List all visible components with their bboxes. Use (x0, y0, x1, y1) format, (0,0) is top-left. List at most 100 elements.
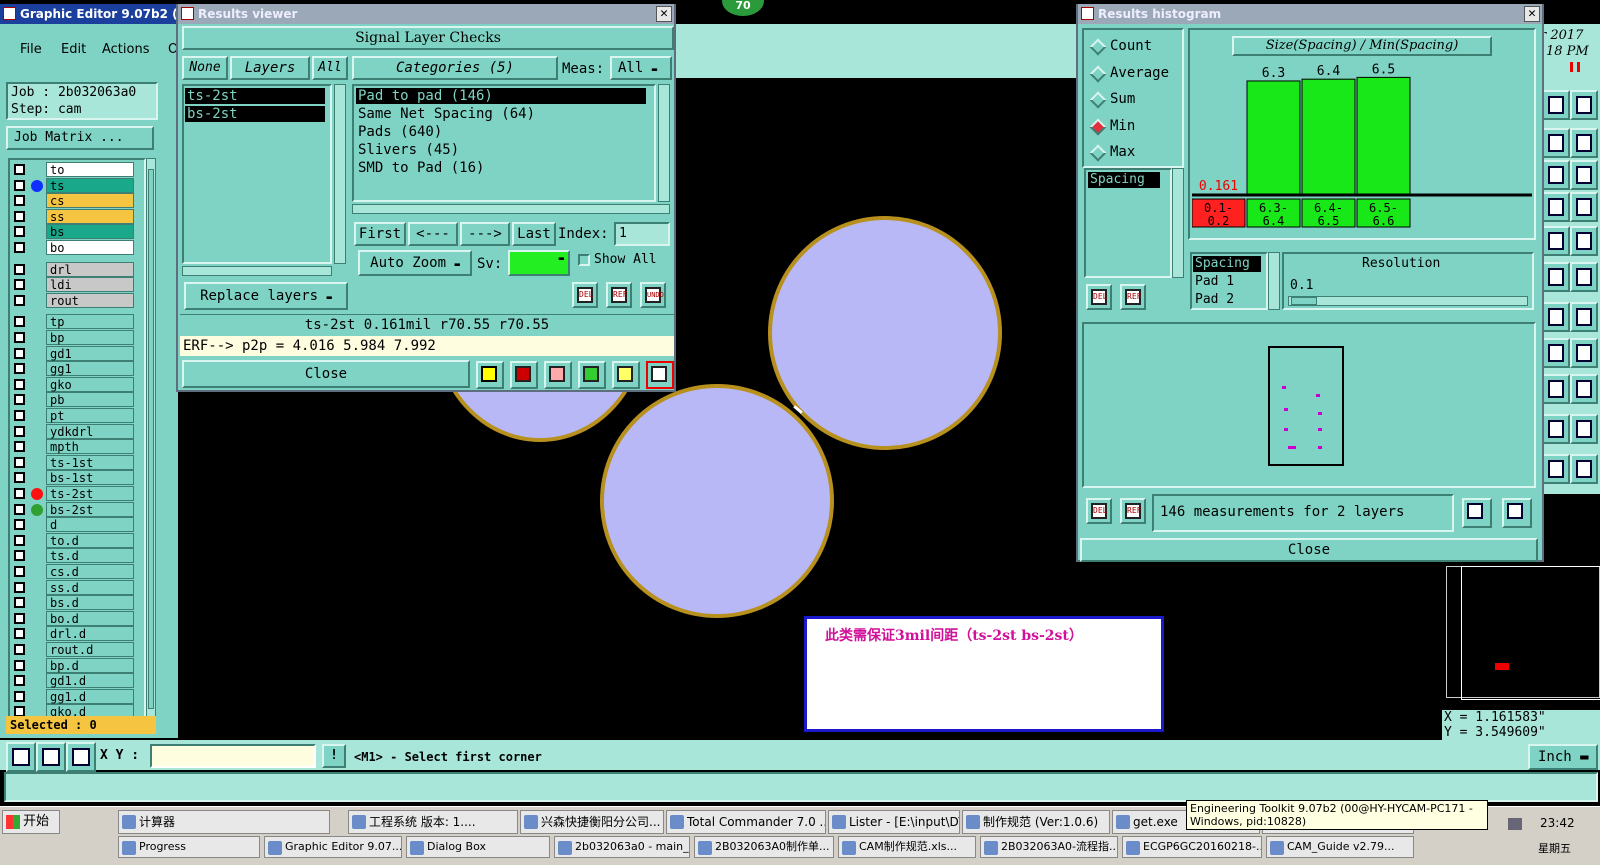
measure-icon[interactable] (36, 742, 66, 772)
taskbar-item[interactable]: 2B032063A0-流程指... (980, 836, 1118, 858)
layer-checkbox[interactable] (14, 675, 25, 687)
toolbar-tool-icon-9-1[interactable] (1570, 414, 1598, 444)
pause-icon[interactable] (1570, 62, 1580, 72)
taskbar-item[interactable]: 兴森快捷衡阳分公司... (520, 810, 664, 834)
histogram-close-icon[interactable]: ✕ (1524, 6, 1540, 22)
clock[interactable]: 23:42 (1540, 816, 1575, 830)
minimap[interactable] (1446, 566, 1600, 700)
grid-icon[interactable] (66, 742, 96, 772)
results-viewer-close-button[interactable]: Close (182, 360, 470, 388)
layer-checkbox[interactable] (14, 566, 25, 577)
layer-row-bp[interactable]: bp (10, 330, 144, 345)
toolbar-tool-icon-9-0[interactable] (1542, 414, 1570, 444)
layer-row-gd1[interactable]: gd1 (10, 345, 144, 361)
layer-row-rout-d[interactable]: rout.d (10, 642, 144, 657)
toolbar-tool-icon-0-0[interactable] (1542, 90, 1570, 120)
layer-checkbox[interactable] (14, 690, 25, 702)
histogram-bar[interactable] (1356, 76, 1411, 195)
toolbar-tool-icon-8-0[interactable] (1542, 374, 1570, 404)
results-layer-hscroll[interactable] (182, 266, 332, 276)
toolbar-tool-icon-2-0[interactable] (1542, 160, 1570, 190)
category-item-0[interactable]: Pad to pad (146) (356, 88, 646, 104)
taskbar-item[interactable]: 制作规范 (Ver:1.0.6) (962, 810, 1110, 834)
layer-checkbox[interactable] (14, 456, 25, 468)
export-icon-1[interactable] (1462, 498, 1492, 528)
toolbar-tool-icon-5-1[interactable] (1570, 262, 1598, 292)
layer-checkbox[interactable] (14, 488, 25, 499)
layer-checkbox[interactable] (14, 394, 25, 406)
layer-checkbox[interactable] (14, 347, 25, 359)
last-button[interactable]: Last (512, 222, 556, 246)
layer-checkbox[interactable] (14, 195, 25, 207)
layer-row-d[interactable]: d (10, 517, 144, 533)
taskbar-item[interactable]: Progress (118, 836, 260, 858)
tool-icon-4[interactable] (578, 361, 606, 389)
taskbar-item[interactable]: ECGP6GC20160218-... (1122, 836, 1262, 858)
layer-row-cs-d[interactable]: cs.d (10, 564, 144, 579)
toolbar-tool-icon-4-1[interactable] (1570, 226, 1598, 256)
toolbar-tool-icon-10-0[interactable] (1542, 454, 1570, 484)
layer-row-pb[interactable]: pb (10, 392, 144, 408)
layer-checkbox[interactable] (14, 294, 25, 306)
layer-row-bs-1st[interactable]: bs-1st (10, 470, 144, 486)
tool-icon-1[interactable] (476, 361, 504, 389)
volume-icon[interactable] (1508, 818, 1522, 830)
histogram-icon[interactable] (646, 361, 674, 389)
toolbar-tool-icon-1-1[interactable] (1570, 128, 1598, 158)
layer-checkbox[interactable] (14, 628, 25, 640)
layer-row-to-d[interactable]: to.d (10, 532, 144, 548)
layer-checkbox[interactable] (14, 597, 25, 609)
layer-checkbox[interactable] (14, 550, 25, 562)
layer-row-gg1-d[interactable]: gg1.d (10, 688, 144, 704)
layer-checkbox[interactable] (14, 472, 25, 484)
layer-checkbox[interactable] (14, 581, 25, 593)
toolbar-tool-icon-6-1[interactable] (1570, 302, 1598, 332)
layer-checkbox[interactable] (14, 503, 25, 515)
layer-checkbox[interactable] (14, 263, 25, 275)
layer-list-scrollbar[interactable] (146, 158, 156, 724)
histogram-close-button[interactable]: Close (1080, 538, 1538, 562)
layer-checkbox[interactable] (14, 410, 25, 421)
alert-button[interactable]: ! (322, 744, 346, 768)
histogram-bar[interactable] (1301, 78, 1356, 195)
layer-checkbox[interactable] (14, 644, 25, 655)
del-button[interactable]: DEL (572, 282, 598, 308)
results-layer-item-0[interactable]: ts-2st (185, 88, 325, 104)
prev-button[interactable]: <--- (408, 222, 458, 246)
category-item-3[interactable]: Slivers (45) (356, 142, 459, 158)
toolbar-tool-icon-5-0[interactable] (1542, 262, 1570, 292)
toolbar-tool-icon-3-1[interactable] (1570, 192, 1598, 222)
layer-checkbox[interactable] (14, 659, 25, 671)
layer-row-cs[interactable]: cs (10, 193, 144, 209)
layer-checkbox[interactable] (14, 226, 25, 238)
histogram-bar[interactable] (1246, 80, 1301, 195)
index-input[interactable]: 1 (614, 222, 670, 246)
results-layer-scrollbar[interactable] (334, 84, 346, 264)
results-layer-item-1[interactable]: bs-2st (185, 106, 325, 122)
spacing-list-scrollbar[interactable] (1268, 252, 1280, 310)
toolbar-tool-icon-6-0[interactable] (1542, 302, 1570, 332)
layer-row-ts[interactable]: ts (10, 177, 144, 193)
taskbar-item[interactable]: Lister - [E:\input\DY2-... (828, 810, 960, 834)
first-button[interactable]: First (354, 222, 406, 246)
layer-row-ts-2st[interactable]: ts-2st (10, 486, 144, 501)
layer-checkbox[interactable] (14, 332, 25, 343)
histogram-field-item[interactable]: Spacing (1088, 172, 1160, 188)
toolbar-tool-icon-2-1[interactable] (1570, 160, 1598, 190)
categories-scrollbar[interactable] (658, 84, 670, 202)
spacing-list-item-2[interactable]: Pad 2 (1193, 292, 1234, 308)
preview-del-button[interactable]: DEL (1086, 498, 1112, 524)
layers-button[interactable]: Layers (230, 56, 310, 80)
layer-list[interactable]: to ts cs ss bs bo drl ldi rout tp bp gd1 gg1 gko pb pt y… (8, 158, 146, 724)
histogram-del-button[interactable]: DEL (1086, 284, 1112, 310)
layer-checkbox[interactable] (14, 378, 25, 390)
tool-icon-2[interactable] (510, 361, 538, 389)
toolbar-tool-icon-8-1[interactable] (1570, 374, 1598, 404)
layer-checkbox[interactable] (14, 534, 25, 546)
toolbar-tool-icon-1-0[interactable] (1542, 128, 1570, 158)
layer-row-mpth[interactable]: mpth (10, 439, 144, 455)
toolbar-tool-icon-0-1[interactable] (1570, 90, 1598, 120)
preview-ref-button[interactable]: REF (1120, 498, 1146, 524)
taskbar-item[interactable]: Dialog Box (406, 836, 550, 858)
export-icon-2[interactable] (1502, 498, 1532, 528)
